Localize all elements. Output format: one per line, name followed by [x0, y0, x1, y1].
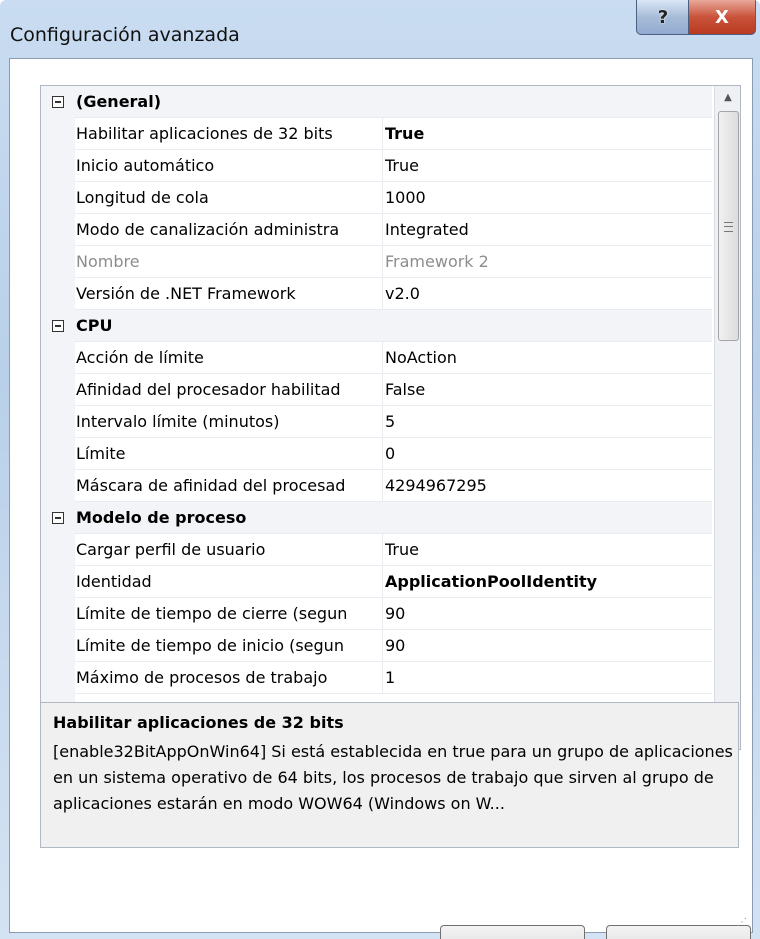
property-value[interactable]: 4294967295 — [385, 470, 710, 501]
category-label: Modelo de proceso — [76, 508, 247, 527]
property-value[interactable]: 1000 — [385, 182, 710, 213]
property-row[interactable]: Afinidad del procesador habilitad False — [41, 374, 712, 406]
property-name: Acción de límite — [76, 348, 204, 367]
property-name: Nombre — [76, 252, 140, 271]
dialog-body: (General) Habilitar aplicaciones de 32 bi… — [9, 58, 753, 939]
property-row[interactable]: Límite de tiempo de inicio (segun 90 — [41, 630, 712, 662]
property-name: Límite — [76, 444, 126, 463]
property-row[interactable]: Nombre Framework 2 — [41, 246, 712, 278]
property-value[interactable]: 5 — [385, 406, 710, 437]
column-divider — [382, 534, 383, 566]
property-value[interactable]: True — [385, 118, 710, 149]
property-row[interactable]: Habilitar aplicaciones de 32 bits True — [41, 118, 712, 150]
property-name: Afinidad del procesador habilitad — [76, 380, 341, 399]
column-divider — [382, 246, 383, 278]
category-row[interactable]: Modelo de proceso — [41, 502, 712, 534]
description-title: Habilitar aplicaciones de 32 bits — [53, 713, 344, 732]
property-name: Modo de canalización administra — [76, 220, 340, 239]
column-divider — [382, 278, 383, 310]
ok-button[interactable]: Aceptar — [440, 925, 585, 939]
property-row[interactable]: Identidad ApplicationPoolIdentity — [41, 566, 712, 598]
close-button[interactable]: X — [688, 0, 756, 35]
scroll-up-arrow-icon[interactable]: ▲ — [715, 86, 740, 110]
category-label: CPU — [76, 316, 113, 335]
collapse-icon[interactable] — [52, 512, 64, 524]
property-name: Límite de tiempo de cierre (segun — [76, 604, 348, 623]
column-divider — [382, 662, 383, 694]
property-value[interactable]: 1 — [385, 662, 710, 693]
column-divider — [382, 342, 383, 374]
property-value[interactable]: 90 — [385, 598, 710, 629]
close-icon: X — [715, 6, 729, 28]
window-title: Configuración avanzada — [10, 24, 240, 46]
property-value[interactable]: NoAction — [385, 342, 710, 373]
category-row[interactable]: (General) — [41, 86, 712, 118]
column-divider — [382, 182, 383, 214]
column-divider — [382, 630, 383, 662]
row-divider — [75, 693, 712, 694]
description-text: [enable32BitAppOnWin64] Si está establec… — [53, 742, 733, 813]
column-divider — [382, 566, 383, 598]
property-value[interactable]: True — [385, 150, 710, 181]
property-value[interactable]: False — [385, 374, 710, 405]
column-divider — [382, 406, 383, 438]
property-row[interactable]: Modo de canalización administra Integrate… — [41, 214, 712, 246]
property-name: Intervalo límite (minutos) — [76, 412, 280, 431]
category-label: (General) — [76, 92, 162, 111]
property-row[interactable]: Máximo de procesos de trabajo 1 — [41, 662, 712, 694]
property-row[interactable]: Límite de tiempo de cierre (segun 90 — [41, 598, 712, 630]
property-row[interactable]: Inicio automático True — [41, 150, 712, 182]
column-divider — [382, 150, 383, 182]
property-name: Límite de tiempo de inicio (segun — [76, 636, 344, 655]
property-row[interactable]: Longitud de cola 1000 — [41, 182, 712, 214]
property-value[interactable]: Framework 2 — [385, 246, 710, 277]
property-row[interactable]: Cargar perfil de usuario True — [41, 534, 712, 566]
column-divider — [382, 214, 383, 246]
collapse-icon[interactable] — [52, 320, 64, 332]
collapse-icon[interactable] — [52, 96, 64, 108]
property-row[interactable]: Intervalo límite (minutos) 5 — [41, 406, 712, 438]
property-grid: (General) Habilitar aplicaciones de 32 bi… — [40, 85, 741, 750]
property-value[interactable]: ApplicationPoolIdentity — [385, 566, 710, 597]
property-name: Versión de .NET Framework — [76, 284, 296, 303]
vertical-scrollbar[interactable]: ▲ ▼ — [714, 86, 740, 749]
property-row[interactable]: Acción de límite NoAction — [41, 342, 712, 374]
property-value[interactable]: 0 — [385, 438, 710, 469]
grip-icon — [724, 222, 733, 232]
property-name: Máximo de procesos de trabajo — [76, 668, 328, 687]
property-name: Cargar perfil de usuario — [76, 540, 266, 559]
property-value[interactable]: v2.0 — [385, 278, 710, 309]
description-panel: Habilitar aplicaciones de 32 bits [enabl… — [40, 702, 739, 848]
resize-grip-icon[interactable]: ⋰ — [737, 917, 749, 929]
help-button[interactable]: ? — [636, 0, 690, 35]
property-name: Inicio automático — [76, 156, 215, 175]
property-row[interactable]: Versión de .NET Framework v2.0 — [41, 278, 712, 310]
column-divider — [382, 374, 383, 406]
column-divider — [382, 118, 383, 150]
advanced-settings-dialog: Configuración avanzada ? X (General) Habi… — [0, 0, 760, 939]
property-name: Identidad — [76, 572, 152, 591]
column-divider — [382, 598, 383, 630]
cancel-button[interactable]: Cancelar — [606, 925, 751, 939]
property-name: Longitud de cola — [76, 188, 209, 207]
scroll-thumb[interactable] — [718, 111, 739, 341]
property-name: Habilitar aplicaciones de 32 bits — [76, 124, 333, 143]
help-icon: ? — [657, 6, 669, 28]
column-divider — [382, 470, 383, 502]
property-row[interactable]: Máscara de afinidad del procesad 42949672… — [41, 470, 712, 502]
property-value[interactable]: 90 — [385, 630, 710, 661]
property-row[interactable]: Límite 0 — [41, 438, 712, 470]
property-name: Máscara de afinidad del procesad — [76, 476, 346, 495]
column-divider — [382, 438, 383, 470]
property-value[interactable]: True — [385, 534, 710, 565]
property-value[interactable]: Integrated — [385, 214, 710, 245]
category-row[interactable]: CPU — [41, 310, 712, 342]
title-bar[interactable]: Configuración avanzada ? X — [0, 0, 760, 58]
